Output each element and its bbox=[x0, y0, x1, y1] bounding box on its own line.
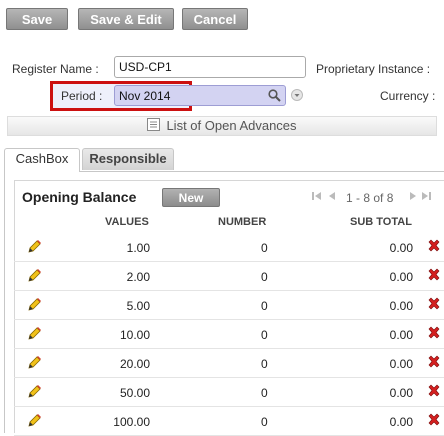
pencil-icon[interactable] bbox=[26, 384, 42, 400]
pencil-icon[interactable] bbox=[26, 413, 42, 429]
delete-x-icon[interactable] bbox=[427, 239, 441, 253]
register-name-field[interactable]: USD-CP1 bbox=[114, 56, 306, 78]
pencil-icon[interactable] bbox=[26, 268, 42, 284]
cancel-button[interactable]: Cancel bbox=[182, 8, 248, 30]
cell-number: 0 bbox=[261, 270, 268, 284]
table-row[interactable]: 10.00 0 0.00 bbox=[14, 320, 444, 349]
new-button[interactable]: New bbox=[162, 188, 220, 207]
cell-value: 20.00 bbox=[119, 357, 150, 371]
cell-subtotal: 0.00 bbox=[389, 241, 413, 255]
cell-value: 1.00 bbox=[126, 241, 150, 255]
table-row[interactable]: 2.00 0 0.00 bbox=[14, 262, 444, 291]
register-name-label: Register Name : bbox=[12, 62, 99, 76]
currency-label: Currency : bbox=[380, 89, 436, 103]
open-advances-button[interactable]: List of Open Advances bbox=[7, 116, 437, 136]
register-name-value: USD-CP1 bbox=[119, 60, 172, 74]
cell-value: 10.00 bbox=[119, 328, 150, 342]
delete-x-icon[interactable] bbox=[427, 297, 441, 311]
delete-x-icon[interactable] bbox=[427, 268, 441, 282]
table-row[interactable]: 5.00 0 0.00 bbox=[14, 291, 444, 320]
save-and-edit-button[interactable]: Save & Edit bbox=[78, 8, 174, 30]
period-field[interactable]: Nov 2014 bbox=[114, 85, 286, 106]
cell-number: 0 bbox=[261, 386, 268, 400]
cell-value: 100.00 bbox=[113, 415, 150, 429]
column-header-number[interactable]: NUMBER bbox=[218, 216, 266, 228]
table-row[interactable]: 20.00 0 0.00 bbox=[14, 349, 444, 378]
column-header-subtotal[interactable]: SUB TOTAL bbox=[350, 216, 412, 228]
next-page-icon[interactable] bbox=[409, 190, 417, 204]
first-page-icon[interactable] bbox=[312, 190, 322, 204]
cell-value: 2.00 bbox=[126, 270, 150, 284]
cell-value: 50.00 bbox=[119, 386, 150, 400]
cell-number: 0 bbox=[261, 357, 268, 371]
period-value: Nov 2014 bbox=[119, 89, 171, 103]
cell-subtotal: 0.00 bbox=[389, 328, 413, 342]
chevron-down-icon[interactable] bbox=[291, 89, 303, 104]
delete-x-icon[interactable] bbox=[427, 384, 441, 398]
pencil-icon[interactable] bbox=[26, 326, 42, 342]
grid-title: Opening Balance bbox=[22, 189, 137, 205]
table-row[interactable]: 100.00 0 0.00 bbox=[14, 407, 444, 436]
search-icon[interactable] bbox=[268, 89, 281, 105]
cell-subtotal: 0.00 bbox=[389, 415, 413, 429]
cell-value: 5.00 bbox=[126, 299, 150, 313]
table-row[interactable]: 50.00 0 0.00 bbox=[14, 378, 444, 407]
cell-subtotal: 0.00 bbox=[389, 270, 413, 284]
pencil-icon[interactable] bbox=[26, 355, 42, 371]
cell-number: 0 bbox=[261, 299, 268, 313]
cell-subtotal: 0.00 bbox=[389, 299, 413, 313]
table-row[interactable]: 1.00 0 0.00 bbox=[14, 233, 444, 262]
list-icon bbox=[147, 117, 161, 136]
cell-subtotal: 0.00 bbox=[389, 386, 413, 400]
proprietary-instance-label: Proprietary Instance : bbox=[316, 62, 431, 76]
pencil-icon[interactable] bbox=[26, 239, 42, 255]
delete-x-icon[interactable] bbox=[427, 326, 441, 340]
cell-subtotal: 0.00 bbox=[389, 357, 413, 371]
last-page-icon[interactable] bbox=[421, 190, 431, 204]
save-button[interactable]: Save bbox=[6, 8, 68, 30]
tab-cashbox[interactable]: CashBox bbox=[4, 148, 80, 172]
delete-x-icon[interactable] bbox=[427, 355, 441, 369]
delete-x-icon[interactable] bbox=[427, 413, 441, 427]
cell-number: 0 bbox=[261, 328, 268, 342]
pencil-icon[interactable] bbox=[26, 297, 42, 313]
open-advances-label: List of Open Advances bbox=[166, 118, 297, 133]
tab-responsible[interactable]: Responsible bbox=[82, 148, 174, 170]
period-label: Period : bbox=[61, 89, 103, 103]
cell-number: 0 bbox=[261, 415, 268, 429]
column-header-values[interactable]: VALUES bbox=[105, 216, 149, 228]
pager-text: 1 - 8 of 8 bbox=[346, 191, 394, 205]
cell-number: 0 bbox=[261, 241, 268, 255]
prev-page-icon[interactable] bbox=[328, 190, 336, 204]
